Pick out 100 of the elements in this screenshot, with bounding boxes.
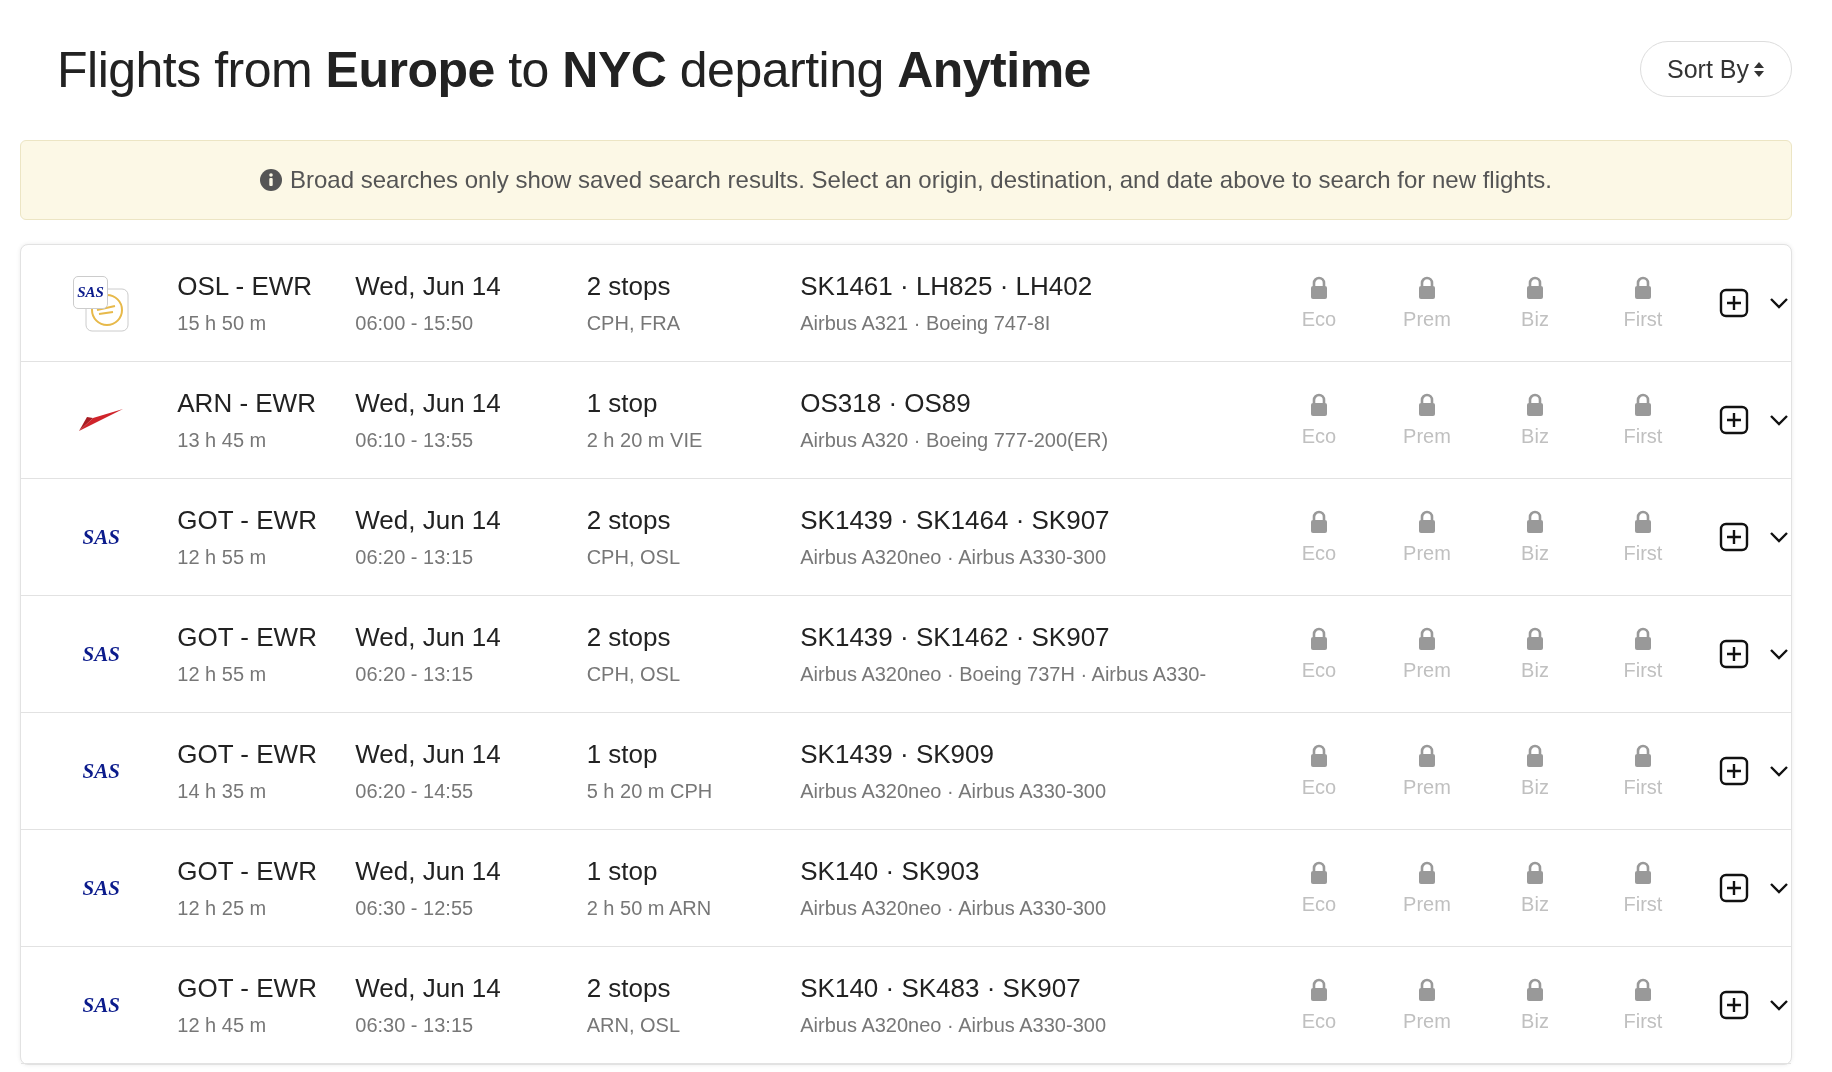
chevron-down-icon (1769, 648, 1789, 660)
sas-logo: SAS (82, 758, 120, 784)
sas-logo: SAS (82, 875, 120, 901)
date-text: Wed, Jun 14 (355, 856, 502, 887)
times-text: 06:20 - 13:15 (355, 546, 475, 569)
duration-text: 12 h 55 m (177, 663, 268, 686)
page-title: Flights from Europe to NYC departing Anytime (57, 41, 1091, 99)
stop-detail-text: CPH, FRA (586, 312, 681, 335)
flight-numbers-text: SK1461 · LH825 · LH402 (800, 271, 1094, 302)
date-text: Wed, Jun 14 (355, 271, 502, 302)
add-icon (1719, 522, 1749, 552)
stop-detail-text: CPH, OSL (586, 546, 681, 569)
aircraft-text: Airbus A320 · Boeing 777-200(ER) (800, 429, 1110, 452)
flight-numbers-text: OS318 · OS89 (800, 388, 972, 419)
aircraft-text: Airbus A320neo · Airbus A330-300 (800, 546, 1108, 569)
times-text: 06:20 - 13:15 (355, 663, 475, 686)
date-text: Wed, Jun 14 (355, 505, 502, 536)
cabin-label: Biz (1521, 541, 1549, 565)
add-button[interactable] (1717, 403, 1751, 437)
cabin-label: First (1623, 541, 1663, 565)
route-text: GOT - EWR (177, 505, 318, 536)
cabin-label: Eco (1301, 775, 1337, 799)
cabin-label: Biz (1521, 1009, 1549, 1033)
duration-text: 12 h 25 m (177, 897, 268, 920)
cabin-label: Biz (1521, 658, 1549, 682)
cabin-label: Biz (1521, 307, 1549, 331)
date-text: Wed, Jun 14 (355, 739, 502, 770)
flight-numbers-text: SK1439 · SK1464 · SK907 (800, 505, 1111, 536)
route-text: ARN - EWR (177, 388, 317, 419)
stops-text: 2 stops (586, 271, 672, 302)
stops-text: 2 stops (586, 505, 672, 536)
cabin-label: Biz (1521, 424, 1549, 448)
chevron-down-icon (1769, 765, 1789, 777)
cabin-label: Eco (1301, 892, 1337, 916)
chevron-down-icon (1769, 414, 1789, 426)
add-button[interactable] (1717, 988, 1751, 1022)
duration-text: 13 h 45 m (177, 429, 268, 452)
aircraft-text: Airbus A320neo · Airbus A330-300 (800, 897, 1108, 920)
sas-logo: SAS (73, 276, 108, 309)
route-text: GOT - EWR (177, 622, 318, 653)
cabin-label: First (1623, 892, 1663, 916)
add-icon (1719, 756, 1749, 786)
add-icon (1719, 405, 1749, 435)
cabin-label: First (1623, 1009, 1663, 1033)
chevron-down-icon (1769, 297, 1789, 309)
cabin-label: First (1623, 658, 1663, 682)
cabin-label: Eco (1301, 424, 1337, 448)
add-icon (1719, 288, 1749, 318)
stops-text: 2 stops (586, 973, 672, 1004)
cabin-label: Prem (1403, 307, 1451, 331)
route-text: GOT - EWR (177, 739, 318, 770)
sas-logo: SAS (82, 524, 120, 550)
cabin-label: Biz (1521, 775, 1549, 799)
chevron-down-icon (1769, 882, 1789, 894)
times-text: 06:10 - 13:55 (355, 429, 475, 452)
cabin-label: First (1623, 775, 1663, 799)
date-text: Wed, Jun 14 (355, 388, 502, 419)
info-icon (259, 169, 282, 191)
add-button[interactable] (1717, 286, 1751, 320)
cabin-label: Prem (1403, 1009, 1451, 1033)
times-text: 06:30 - 13:15 (355, 1014, 475, 1037)
cabin-label: Prem (1403, 424, 1451, 448)
duration-text: 12 h 45 m (177, 1014, 268, 1037)
flight-numbers-text: SK140 · SK903 (800, 856, 981, 887)
cabin-label: First (1623, 424, 1663, 448)
cabin-label: Prem (1403, 658, 1451, 682)
cabin-label: Biz (1521, 892, 1549, 916)
duration-text: 14 h 35 m (177, 780, 268, 803)
stop-detail-text: 2 h 50 m ARN (586, 897, 713, 920)
cabin-label: Eco (1301, 307, 1337, 331)
cabin-label: Eco (1301, 541, 1337, 565)
sas-logo: SAS (82, 641, 120, 667)
stops-text: 2 stops (586, 622, 672, 653)
aircraft-text: Airbus A320neo · Boeing 737H · Airbus A330- (800, 663, 1208, 686)
times-text: 06:00 - 15:50 (355, 312, 475, 335)
stop-detail-text: 2 h 20 m VIE (586, 429, 704, 452)
flight-numbers-text: SK140 · SK483 · SK907 (800, 973, 1082, 1004)
add-button[interactable] (1717, 520, 1751, 554)
sas-logo: SAS (82, 992, 120, 1018)
date-text: Wed, Jun 14 (355, 973, 502, 1004)
flight-numbers-text: SK1439 · SK909 (800, 739, 995, 770)
add-icon (1719, 639, 1749, 669)
add-button[interactable] (1717, 637, 1751, 671)
stops-text: 1 stop (586, 739, 659, 770)
add-icon (1719, 990, 1749, 1020)
add-icon (1719, 873, 1749, 903)
stop-detail-text: 5 h 20 m CPH (586, 780, 714, 803)
stop-detail-text: CPH, OSL (586, 663, 681, 686)
duration-text: 15 h 50 m (177, 312, 268, 335)
cabin-label: Prem (1403, 775, 1451, 799)
date-text: Wed, Jun 14 (355, 622, 502, 653)
add-button[interactable] (1717, 871, 1751, 905)
stop-detail-text: ARN, OSL (586, 1014, 681, 1037)
sort-button[interactable]: Sort By (1640, 41, 1792, 97)
times-text: 06:30 - 12:55 (355, 897, 475, 920)
cabin-label: Eco (1301, 1009, 1337, 1033)
cabin-label: Prem (1403, 541, 1451, 565)
route-text: OSL - EWR (177, 271, 314, 302)
add-button[interactable] (1717, 754, 1751, 788)
sort-icon (1753, 60, 1765, 78)
